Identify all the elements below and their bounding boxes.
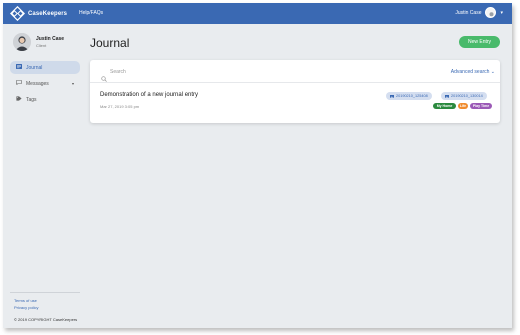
sidebar-item-label: Journal bbox=[26, 64, 43, 71]
sidebar-item-label: Tags bbox=[26, 96, 37, 103]
attachment-name: 20190210_125408 bbox=[396, 94, 428, 98]
privacy-policy-link[interactable]: Privacy policy bbox=[14, 305, 38, 310]
sidebar-item-journal[interactable]: Journal bbox=[10, 61, 80, 74]
search-bar: Advanced search ⌄ bbox=[90, 60, 500, 83]
avatar bbox=[13, 33, 31, 51]
sidebar: Justin Case Client Journal Messages ▾ Ta… bbox=[3, 24, 84, 328]
entry-date: Mar 27, 2019 3:05 pm bbox=[100, 104, 140, 109]
brand-logo[interactable]: CaseKeepers bbox=[10, 6, 67, 21]
tag-badge-my-home[interactable]: My Home bbox=[433, 103, 456, 109]
avatar bbox=[485, 7, 497, 18]
sidebar-item-label: Messages bbox=[26, 80, 49, 87]
chevron-down-icon: ▾ bbox=[500, 9, 503, 16]
sidebar-item-tags[interactable]: Tags bbox=[10, 93, 80, 106]
new-entry-button[interactable]: New Entry bbox=[459, 36, 500, 48]
sidebar-divider bbox=[10, 292, 80, 293]
page-title: Journal bbox=[90, 36, 130, 50]
copyright-text: © 2019 COPYRIGHT CaseKeepers bbox=[14, 317, 78, 322]
profile-role: Client bbox=[36, 43, 47, 48]
help-faqs-link[interactable]: Help/FAQs bbox=[79, 10, 103, 16]
image-icon bbox=[390, 94, 394, 99]
search-input[interactable] bbox=[110, 66, 360, 77]
tag-icon bbox=[15, 96, 22, 103]
profile-name: Justin Case bbox=[36, 36, 65, 42]
search-icon bbox=[101, 69, 107, 82]
casekeepers-logo-icon bbox=[10, 6, 25, 21]
attachment-chip[interactable]: 20190210_125408 bbox=[386, 92, 432, 100]
sidebar-item-messages[interactable]: Messages ▾ bbox=[10, 77, 80, 90]
chat-icon bbox=[15, 80, 22, 87]
user-menu[interactable]: Justin Case ▾ bbox=[455, 7, 503, 18]
attachment-name: 20190210_130014 bbox=[451, 94, 483, 98]
profile-card: Justin Case Client bbox=[13, 33, 64, 51]
brand-name: CaseKeepers bbox=[28, 10, 68, 17]
user-name: Justin Case bbox=[455, 9, 482, 16]
image-icon bbox=[445, 94, 449, 99]
chevron-down-icon: ▾ bbox=[71, 81, 74, 86]
tag-badge-play-time[interactable]: Play Time bbox=[470, 103, 492, 109]
top-navigation-bar: CaseKeepers Help/FAQs Justin Case ▾ bbox=[3, 3, 512, 24]
advanced-search-link[interactable]: Advanced search ⌄ bbox=[451, 69, 495, 75]
attachment-chip[interactable]: 20190210_130014 bbox=[441, 92, 487, 100]
entry-title[interactable]: Demonstration of a new journal entry bbox=[100, 92, 198, 98]
terms-of-use-link[interactable]: Terms of use bbox=[14, 298, 37, 303]
journal-icon bbox=[15, 64, 22, 71]
app-window: CaseKeepers Help/FAQs Justin Case ▾ Just… bbox=[3, 3, 512, 328]
tag-badge-life[interactable]: Life bbox=[458, 103, 468, 109]
journal-entry-row[interactable]: Demonstration of a new journal entry Mar… bbox=[90, 84, 500, 123]
journal-card: Advanced search ⌄ Demonstration of a new… bbox=[90, 60, 500, 123]
